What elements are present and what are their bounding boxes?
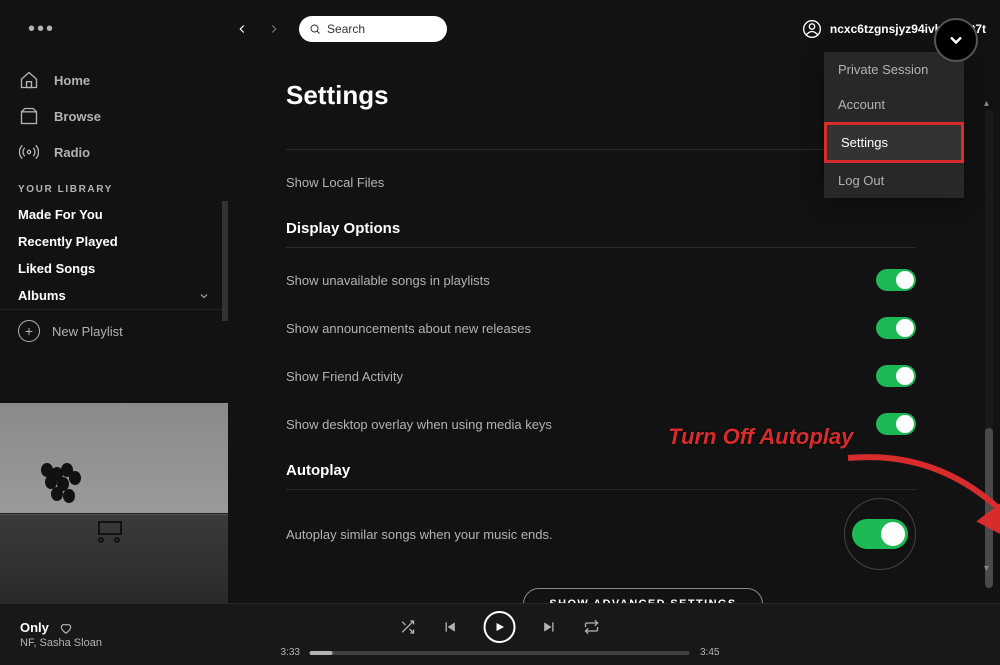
sidebar-item-label: Home <box>54 73 90 88</box>
divider <box>286 149 916 150</box>
user-dropdown: Private Session Account Settings Log Out <box>824 52 964 198</box>
search-placeholder: Search <box>327 22 365 36</box>
player-bar: Only NF, Sasha Sloan 3:33 3:45 <box>0 603 1000 665</box>
repeat-icon[interactable] <box>584 619 600 635</box>
radio-icon <box>18 142 40 162</box>
library-header: YOUR LIBRARY <box>0 170 228 201</box>
next-icon[interactable] <box>542 619 558 635</box>
search-input[interactable]: Search <box>299 16 447 42</box>
sidebar-item-label: Radio <box>54 145 90 160</box>
divider <box>286 489 916 490</box>
setting-label: Show unavailable songs in playlists <box>286 273 490 288</box>
sidebar-item-label: Browse <box>54 109 101 124</box>
progress-bar: 3:33 3:45 <box>281 647 720 658</box>
shuffle-icon[interactable] <box>400 619 416 635</box>
show-advanced-settings-button[interactable]: SHOW ADVANCED SETTINGS <box>523 588 763 603</box>
play-button[interactable] <box>484 611 516 643</box>
user-menu-chevron[interactable] <box>934 18 978 62</box>
new-playlist-button[interactable]: + New Playlist <box>0 309 228 352</box>
dropdown-item-settings[interactable]: Settings <box>824 122 964 163</box>
sidebar-item-radio[interactable]: Radio <box>18 134 210 170</box>
dropdown-item-account[interactable]: Account <box>824 87 964 122</box>
play-icon <box>494 621 506 633</box>
time-elapsed: 3:33 <box>281 647 300 658</box>
library-item-made-for-you[interactable]: Made For You <box>0 201 228 228</box>
previous-icon[interactable] <box>442 619 458 635</box>
app-window: ••• Search ncxc6tzgnsjyz94ivb82kwt7t Pri… <box>0 0 1000 665</box>
now-playing: Only NF, Sasha Sloan <box>20 620 102 649</box>
library-item-albums[interactable]: Albums <box>0 282 228 309</box>
library-item-recently-played[interactable]: Recently Played <box>0 228 228 255</box>
forward-button[interactable] <box>267 22 281 36</box>
seek-bar[interactable] <box>310 651 690 655</box>
home-icon <box>18 70 40 90</box>
toggle-unavailable-songs[interactable] <box>876 269 916 291</box>
setting-label: Autoplay similar songs when your music e… <box>286 527 553 542</box>
setting-label: Show Local Files <box>286 175 384 190</box>
sidebar-item-home[interactable]: Home <box>18 62 210 98</box>
player-controls: 3:33 3:45 <box>281 611 720 658</box>
track-title[interactable]: Only <box>20 620 49 635</box>
chevron-down-icon <box>946 30 966 50</box>
sidebar: Home Browse Radio YOUR LIBRARY Made For … <box>0 58 228 603</box>
album-cover[interactable] <box>0 403 228 603</box>
nav-list: Home Browse Radio <box>0 62 228 170</box>
time-total: 3:45 <box>700 647 719 658</box>
track-artist[interactable]: NF, Sasha Sloan <box>20 637 102 649</box>
library-item-liked-songs[interactable]: Liked Songs <box>0 255 228 282</box>
dropdown-item-logout[interactable]: Log Out <box>824 163 964 198</box>
toggle-announcements[interactable] <box>876 317 916 339</box>
toggle-desktop-overlay[interactable] <box>876 413 916 435</box>
back-button[interactable] <box>235 22 249 36</box>
setting-unavailable-songs: Show unavailable songs in playlists <box>286 256 1000 304</box>
user-icon <box>802 19 822 39</box>
annotation-text: Turn Off Autoplay <box>668 424 853 450</box>
setting-announcements: Show announcements about new releases <box>286 304 1000 352</box>
divider <box>286 247 916 248</box>
browse-icon <box>18 106 40 126</box>
scroll-up-icon[interactable]: ▴ <box>984 98 994 108</box>
setting-friend-activity: Show Friend Activity <box>286 352 1000 400</box>
toggle-friend-activity[interactable] <box>876 365 916 387</box>
heart-icon[interactable] <box>59 621 73 635</box>
topbar: ••• Search ncxc6tzgnsjyz94ivb82kwt7t Pri… <box>0 0 1000 58</box>
plus-icon: + <box>18 320 40 342</box>
setting-label: Show announcements about new releases <box>286 321 531 336</box>
setting-label: Show Friend Activity <box>286 369 403 384</box>
chevron-down-icon <box>198 290 210 302</box>
section-display-options: Display Options <box>286 220 1000 237</box>
sidebar-item-browse[interactable]: Browse <box>18 98 210 134</box>
nav-arrows <box>235 22 281 36</box>
annotation-arrow <box>838 438 1000 578</box>
more-icon[interactable]: ••• <box>28 18 55 41</box>
search-icon <box>309 23 321 35</box>
setting-label: Show desktop overlay when using media ke… <box>286 417 552 432</box>
new-playlist-label: New Playlist <box>52 324 123 339</box>
